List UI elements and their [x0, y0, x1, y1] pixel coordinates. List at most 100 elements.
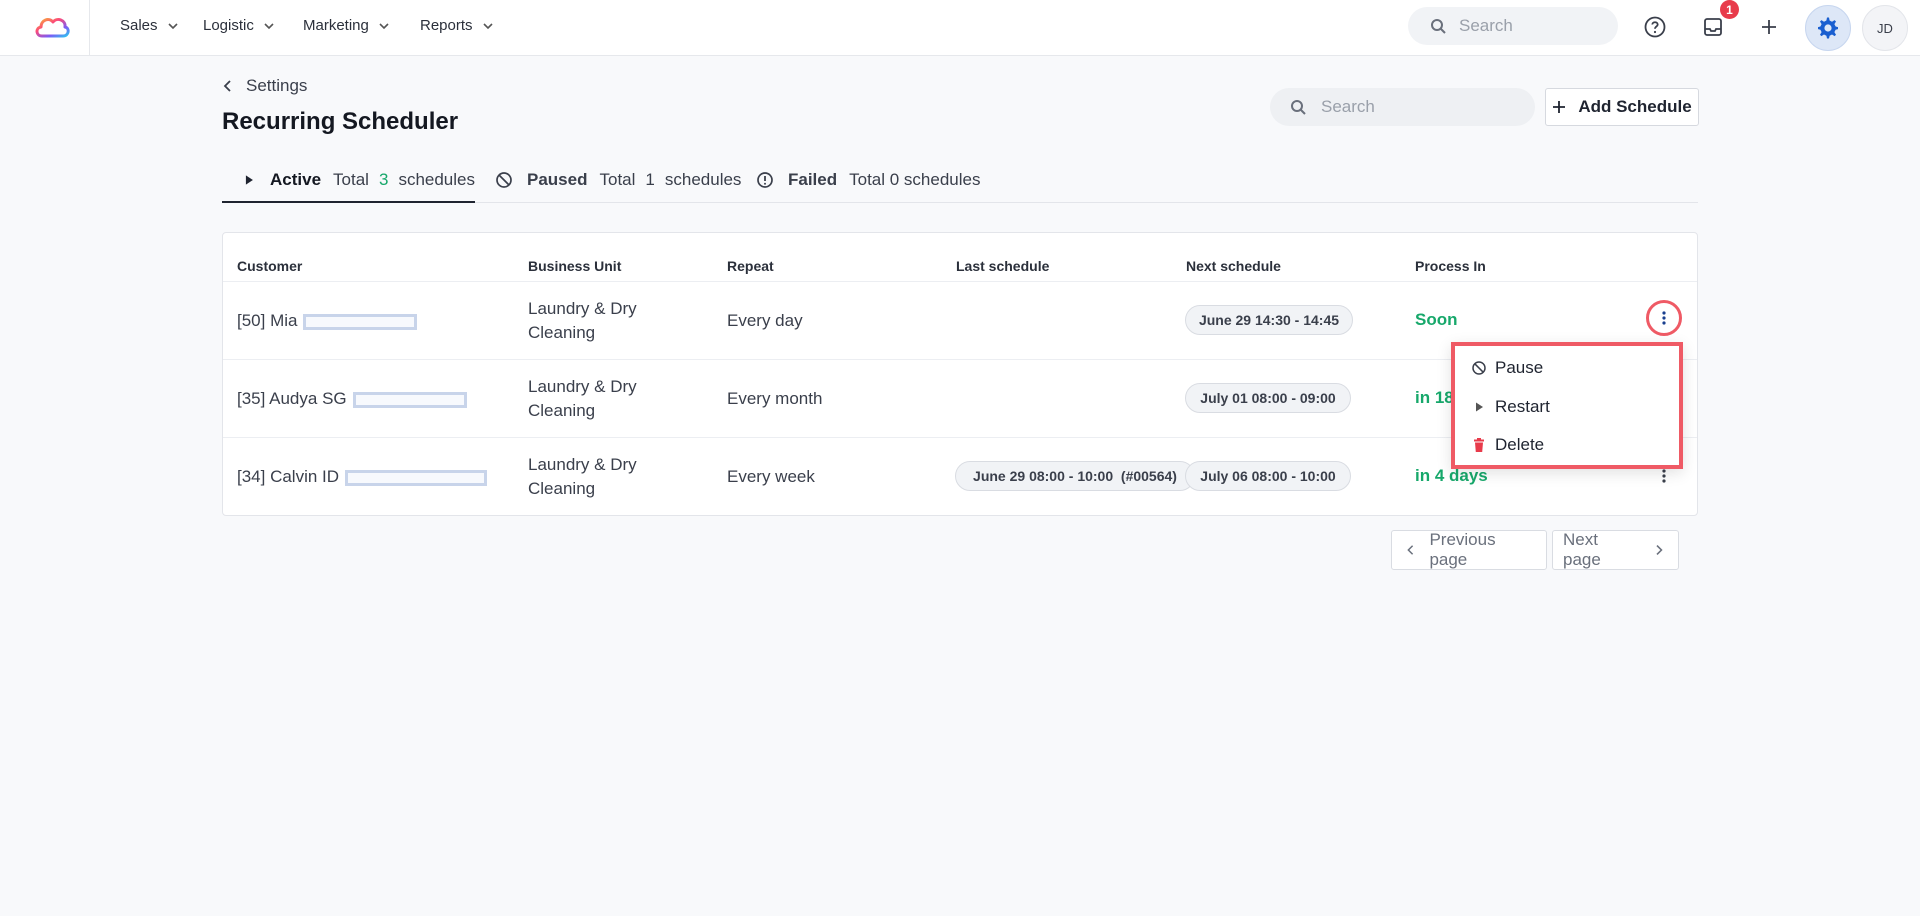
chevron-down-icon	[482, 22, 493, 29]
row-actions-menu: Pause Restart Delete	[1451, 342, 1683, 469]
nav-sales-label: Sales	[120, 17, 158, 34]
page-title: Recurring Scheduler	[222, 108, 459, 135]
menu-item-restart[interactable]: Restart	[1471, 397, 1550, 417]
global-search-input[interactable]	[1459, 16, 1599, 36]
customer-name: [34] Calvin ID	[237, 467, 340, 486]
status-tabs: Active Total 3 schedules Paused Total 1 …	[222, 164, 1698, 203]
ban-icon	[1472, 361, 1486, 375]
row-actions-button[interactable]	[1646, 300, 1682, 336]
create-button[interactable]	[1754, 12, 1784, 42]
next-page-label: Next page	[1563, 530, 1601, 569]
next-page-button[interactable]: Next page	[1552, 530, 1679, 570]
customer-name: [50] Mia	[237, 311, 298, 330]
play-icon	[1476, 402, 1483, 412]
next-schedule-pill: July 01 08:00 - 09:00	[1185, 383, 1351, 413]
chevron-down-icon	[379, 22, 389, 29]
business-unit-cell: Laundry & Dry Cleaning	[528, 453, 637, 501]
settings-button[interactable]	[1805, 5, 1851, 51]
column-header-customer: Customer	[237, 258, 303, 274]
business-unit-line: Cleaning	[528, 401, 596, 420]
nav-marketing-label: Marketing	[303, 17, 369, 34]
previous-page-label: Previous page	[1429, 530, 1496, 569]
tab-paused[interactable]: Paused Total 1 schedules	[495, 170, 741, 203]
chevron-right-icon	[1656, 544, 1663, 556]
nav-logistic-label: Logistic	[203, 17, 254, 34]
menu-item-delete[interactable]: Delete	[1471, 435, 1544, 455]
process-in-status: Soon	[1415, 310, 1458, 329]
nav-sales[interactable]: Sales	[120, 17, 179, 34]
menu-item-restart-label: Restart	[1495, 397, 1550, 416]
plus-icon	[1553, 101, 1566, 113]
previous-page-button[interactable]: Previous page	[1391, 530, 1547, 570]
more-vertical-icon	[1662, 469, 1666, 483]
play-icon	[245, 175, 253, 185]
tab-paused-suffix: schedules	[664, 170, 742, 189]
search-icon	[1291, 99, 1306, 115]
repeat-cell: Every day	[727, 311, 803, 330]
add-schedule-label: Add Schedule	[1578, 97, 1692, 116]
column-header-repeat: Repeat	[727, 258, 774, 274]
inbox-icon	[1704, 18, 1722, 36]
redacted-block	[352, 391, 467, 408]
brand-logo[interactable]	[33, 12, 71, 42]
nav-logistic[interactable]: Logistic	[203, 17, 275, 34]
tab-active-prefix: Total	[333, 170, 369, 189]
add-schedule-button[interactable]: Add Schedule	[1545, 88, 1699, 126]
customer-cell: [50] Mia	[237, 309, 418, 333]
chevron-down-icon	[167, 22, 178, 29]
tab-paused-count: 1	[645, 170, 655, 189]
process-in-status: in 18	[1415, 388, 1454, 407]
column-header-business-unit: Business Unit	[528, 258, 622, 274]
menu-item-delete-label: Delete	[1495, 435, 1545, 454]
menu-item-pause-label: Pause	[1495, 358, 1544, 377]
top-navigation-bar: Sales Logistic Marketing Reports 1 JD	[0, 0, 1920, 56]
alert-circle-icon	[757, 172, 773, 188]
tab-paused-name: Paused	[527, 170, 588, 189]
next-schedule-pill: June 29 14:30 - 14:45	[1185, 305, 1353, 335]
notification-badge: 1	[1720, 0, 1739, 19]
redacted-block	[303, 313, 418, 330]
nav-marketing[interactable]: Marketing	[303, 17, 390, 34]
trash-icon	[1474, 438, 1484, 452]
business-unit-line: Laundry & Dry	[528, 377, 637, 396]
nav-reports-label: Reports	[420, 17, 473, 34]
plus-icon	[1762, 20, 1776, 34]
nav-reports[interactable]: Reports	[420, 17, 494, 34]
logo-divider	[89, 0, 90, 55]
column-header-next-schedule: Next schedule	[1186, 258, 1281, 274]
last-schedule-pill: June 29 08:00 - 10:00 (#00564)	[955, 461, 1195, 491]
business-unit-cell: Laundry & Dry Cleaning	[528, 375, 637, 423]
chevron-down-icon	[264, 22, 274, 29]
tab-active-suffix: schedules	[398, 170, 475, 189]
ban-icon	[496, 172, 512, 188]
schedule-search-input[interactable]	[1321, 97, 1461, 117]
help-button[interactable]	[1640, 12, 1670, 42]
tab-paused-prefix: Total	[599, 170, 636, 189]
business-unit-line: Laundry & Dry	[528, 455, 637, 474]
business-unit-cell: Laundry & Dry Cleaning	[528, 297, 637, 345]
global-search	[1408, 7, 1618, 45]
menu-item-pause[interactable]: Pause	[1471, 358, 1543, 378]
tab-active-count: 3	[378, 170, 389, 189]
process-in-status: in 4 days	[1415, 466, 1488, 485]
chevron-left-icon	[223, 80, 231, 92]
redacted-block	[345, 469, 488, 486]
more-vertical-icon	[1662, 311, 1666, 325]
customer-name: [35] Audya SG	[237, 389, 347, 408]
column-header-process-in: Process In	[1415, 258, 1486, 274]
customer-cell: [34] Calvin ID	[237, 465, 488, 489]
user-avatar[interactable]: JD	[1862, 5, 1908, 51]
tab-active-name: Active	[270, 170, 322, 189]
search-icon	[1431, 18, 1446, 34]
tab-failed[interactable]: Failed Total 0 schedules	[756, 170, 981, 203]
tab-active[interactable]: Active Total 3 schedules	[222, 170, 475, 203]
back-link-label: Settings	[246, 76, 308, 95]
customer-cell: [35] Audya SG	[237, 387, 467, 411]
help-icon	[1644, 16, 1666, 38]
business-unit-line: Cleaning	[528, 479, 596, 498]
repeat-cell: Every week	[727, 467, 815, 486]
chevron-left-icon	[1407, 545, 1414, 555]
business-unit-line: Laundry & Dry	[528, 299, 637, 318]
back-to-settings-link[interactable]: Settings	[222, 76, 307, 96]
repeat-cell: Every month	[727, 389, 823, 408]
